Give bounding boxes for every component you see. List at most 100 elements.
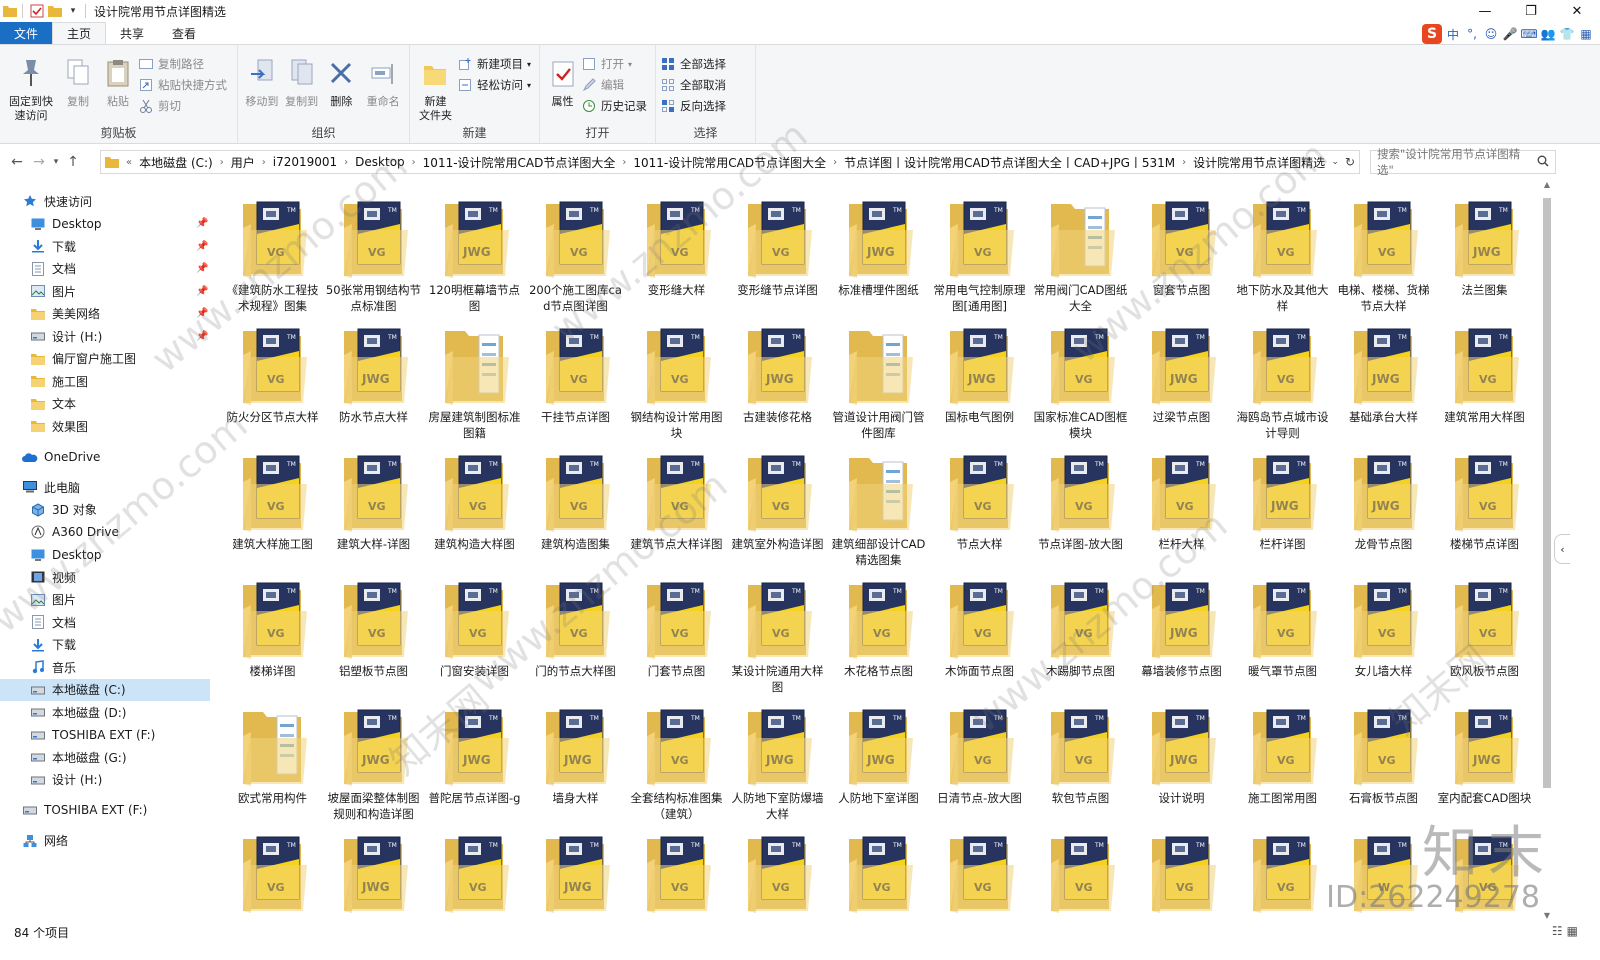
tab-home[interactable]: 主页 — [52, 22, 107, 44]
sidebar-item[interactable]: 文档 📌 — [0, 258, 210, 281]
sidebar-item[interactable]: 本地磁盘 (C:) — [0, 678, 210, 701]
folder-item[interactable]: TMVG — [1131, 825, 1232, 920]
sidebar-item[interactable]: 本地磁盘 (G:) — [0, 746, 210, 769]
folder-item[interactable]: TMVG国家标准CAD图框模块 — [1030, 317, 1131, 444]
sidebar-item[interactable]: Desktop — [0, 544, 210, 567]
folder-item[interactable]: TMVG — [929, 825, 1030, 920]
minimize-button[interactable]: — — [1462, 0, 1508, 22]
edit-button[interactable]: 编辑 — [581, 76, 647, 94]
folder-item[interactable]: TMJWG 防水节点大样 — [323, 317, 424, 444]
sidebar-item[interactable]: 图片 📌 — [0, 280, 210, 303]
folder-item[interactable]: TMJWG 法兰图集 — [1434, 190, 1535, 317]
folder-item[interactable]: TMJWG 普陀居节点详图-g — [424, 698, 525, 825]
folder-item[interactable]: TMVG电梯、楼梯、货梯节点大样 — [1333, 190, 1434, 317]
sidebar-item[interactable]: OneDrive — [0, 446, 210, 469]
folder-item[interactable]: TMVG 建筑构造图集 — [525, 444, 626, 571]
tab-view[interactable]: 查看 — [158, 22, 210, 44]
folder-item[interactable]: TMVG50张常用钢结构节点标准图 — [323, 190, 424, 317]
sidebar-item[interactable]: Desktop 📌 — [0, 213, 210, 236]
folder-item[interactable]: TMJWG 标准槽埋件图纸 — [828, 190, 929, 317]
folder-item[interactable]: TMVG某设计院通用大样图 — [727, 571, 828, 698]
new-item-button[interactable]: 新建项目 ▾ — [457, 55, 531, 73]
folder-item[interactable]: TMVG 变形缝大样 — [626, 190, 727, 317]
sidebar-item[interactable]: 音乐 — [0, 656, 210, 679]
folder-item[interactable]: TMVG 窗套节点图 — [1131, 190, 1232, 317]
scroll-down-icon[interactable]: ▼ — [1540, 911, 1554, 920]
folder-item[interactable]: TMVG — [727, 825, 828, 920]
breadcrumb-item[interactable]: i72019001 — [269, 155, 341, 169]
folder-item[interactable]: TMVG 建筑室外构造详图 — [727, 444, 828, 571]
maximize-button[interactable]: ❐ — [1508, 0, 1554, 22]
customize-quick-access-dropdown-icon[interactable]: ▾ — [65, 3, 81, 19]
folder-item[interactable]: TMVG — [222, 825, 323, 920]
folder-item[interactable]: TMJWG人防地下室防爆墙大样 — [727, 698, 828, 825]
folder-item[interactable]: TMJWG 设计说明 — [1131, 698, 1232, 825]
scroll-up-icon[interactable]: ▲ — [1540, 180, 1554, 189]
sidebar-item[interactable]: A360 Drive — [0, 521, 210, 544]
folder-item[interactable]: TMVG 施工图常用图 — [1232, 698, 1333, 825]
folder-item[interactable]: TMVG海鸥岛节点城市设计导则 — [1232, 317, 1333, 444]
folder-item[interactable]: TMJWG 室内配套CAD图块 — [1434, 698, 1535, 825]
overflow-chevron-icon[interactable]: « — [123, 157, 135, 168]
sidebar-item[interactable]: 施工图 — [0, 370, 210, 393]
sidebar-item[interactable]: 文档 — [0, 611, 210, 634]
paste-shortcut-button[interactable]: 粘贴快捷方式 — [138, 76, 227, 94]
folder-item[interactable]: TMVG钢结构设计常用图块 — [626, 317, 727, 444]
folder-item[interactable]: TMVG 建筑大样施工图 — [222, 444, 323, 571]
folder-item[interactable]: TMVG 建筑常用大样图 — [1434, 317, 1535, 444]
tab-file[interactable]: 文件 — [0, 22, 52, 44]
folder-item[interactable]: TMVG 楼梯详图 — [222, 571, 323, 698]
select-all-button[interactable]: 全部选择 — [660, 55, 726, 73]
folder-item[interactable]: TMVG — [424, 825, 525, 920]
folder-item[interactable]: TMJWG 人防地下室详图 — [828, 698, 929, 825]
history-button[interactable]: 历史记录 — [581, 97, 647, 115]
ime-skin-icon[interactable]: 👕 — [1559, 26, 1575, 42]
folder-item[interactable]: TMVG 节点详图-放大图 — [1030, 444, 1131, 571]
folder-item[interactable]: TMJWG 栏杆详图 — [1232, 444, 1333, 571]
folder-item[interactable]: TMVG地下防水及其他大样 — [1232, 190, 1333, 317]
folder-item[interactable]: TMVG全套结构标准图集（建筑） — [626, 698, 727, 825]
folder-item[interactable]: 建筑细部设计CAD精选图集 — [828, 444, 929, 571]
copy-path-button[interactable]: 复制路径 — [138, 55, 227, 73]
folder-item[interactable]: TMJWG120明框幕墙节点图 — [424, 190, 525, 317]
folder-item[interactable]: 房屋建筑制图标准图籍 — [424, 317, 525, 444]
open-button[interactable]: 打开 ▾ — [581, 55, 647, 73]
sidebar-item[interactable]: 偏厅窗户施工图 — [0, 348, 210, 371]
recent-locations-dropdown[interactable]: ▾ — [50, 151, 62, 173]
folder-item[interactable]: TMVG 栏杆大样 — [1131, 444, 1232, 571]
folder-item[interactable]: TMJWG — [525, 825, 626, 920]
scrollbar-thumb[interactable] — [1543, 198, 1551, 788]
easy-access-button[interactable]: 轻松访问 ▾ — [457, 76, 531, 94]
up-button[interactable]: ↑ — [62, 151, 84, 173]
sidebar-item[interactable]: 文本 — [0, 393, 210, 416]
sidebar-item[interactable]: 效果图 — [0, 415, 210, 438]
new-folder-quick-icon[interactable] — [47, 3, 63, 19]
folder-item[interactable]: 欧式常用构件 — [222, 698, 323, 825]
ime-punctuation-icon[interactable]: °, — [1464, 26, 1480, 42]
folder-item[interactable]: TMVG — [626, 825, 727, 920]
folder-item[interactable]: TMJWG 过梁节点图 — [1131, 317, 1232, 444]
folder-item[interactable]: TMVG 节点大样 — [929, 444, 1030, 571]
folder-item[interactable]: TMVG《建筑防水工程技术规程》图集 — [222, 190, 323, 317]
sidebar-item[interactable]: TOSHIBA EXT (F:) — [0, 724, 210, 747]
sidebar-item[interactable]: 此电脑 — [0, 476, 210, 499]
breadcrumb-item[interactable]: 用户 — [227, 154, 259, 171]
breadcrumb-item[interactable]: Desktop — [351, 155, 409, 169]
large-icons-view-icon[interactable]: ▦ — [1567, 924, 1578, 938]
folder-item[interactable]: TMVG 欧风板节点图 — [1434, 571, 1535, 698]
refresh-icon[interactable]: ↻ — [1345, 155, 1355, 169]
folder-item[interactable]: TMVG 建筑构造大样图 — [424, 444, 525, 571]
folder-item[interactable]: TMVG — [1232, 825, 1333, 920]
ime-users-icon[interactable]: 👥 — [1540, 26, 1556, 42]
folder-item[interactable]: TMJWG 幕墙装修节点图 — [1131, 571, 1232, 698]
folder-item[interactable]: TMVG 门套节点图 — [626, 571, 727, 698]
forward-button[interactable]: → — [28, 151, 50, 173]
folder-item[interactable]: TMVG 木饰面节点图 — [929, 571, 1030, 698]
folder-item[interactable]: TMVG 暖气罩节点图 — [1232, 571, 1333, 698]
sidebar-item[interactable]: 本地磁盘 (D:) — [0, 701, 210, 724]
folder-item[interactable]: TMVG 木花格节点图 — [828, 571, 929, 698]
sogou-ime-logo[interactable]: S — [1422, 24, 1442, 44]
folder-item[interactable]: TMVG 变形缝节点详图 — [727, 190, 828, 317]
sidebar-item[interactable]: 网络 — [0, 830, 210, 853]
ime-chinese-mode-icon[interactable]: 中 — [1445, 26, 1461, 42]
